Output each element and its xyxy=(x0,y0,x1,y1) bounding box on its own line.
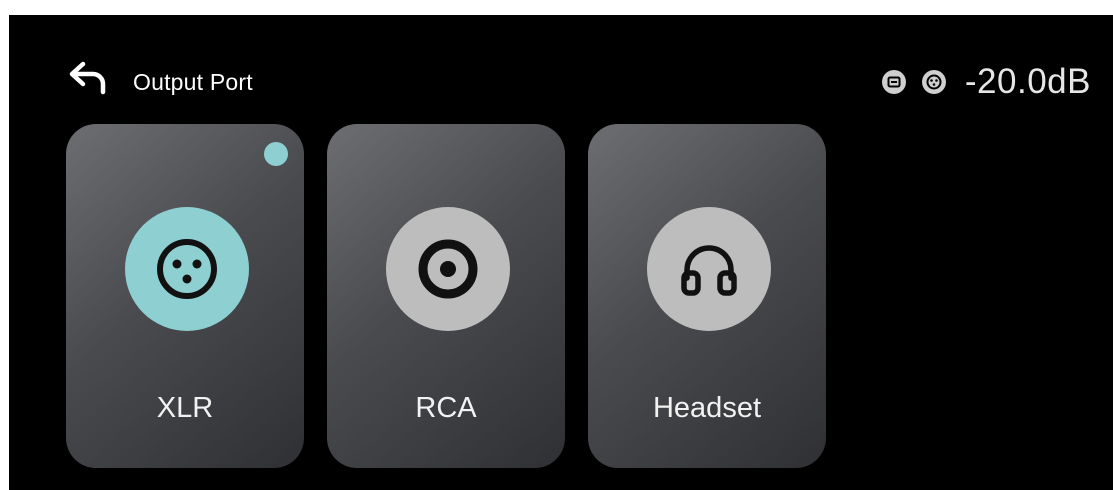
back-button[interactable] xyxy=(64,55,114,105)
rca-port-icon xyxy=(881,69,907,95)
port-label: XLR xyxy=(156,392,214,424)
port-label: RCA xyxy=(415,392,477,424)
xlr-connector-icon xyxy=(125,207,249,331)
back-arrow-icon xyxy=(67,60,111,101)
headphones-icon xyxy=(647,207,771,331)
port-label: Headset xyxy=(652,392,761,424)
port-card-xlr[interactable]: XLR xyxy=(66,124,304,468)
page-title: Output Port xyxy=(133,69,253,95)
port-card-rca[interactable]: RCA xyxy=(327,124,565,468)
output-port-screen: Output Port -20.0dB XLR RCA Headset xyxy=(9,15,1113,490)
port-options: XLR RCA Headset xyxy=(66,124,826,468)
port-card-headset[interactable]: Headset xyxy=(588,124,826,468)
rca-connector-icon xyxy=(386,207,510,331)
status-bar: -20.0dB xyxy=(881,59,1091,105)
volume-level: -20.0dB xyxy=(964,62,1091,101)
xlr-port-icon xyxy=(921,69,947,95)
selected-indicator xyxy=(264,142,288,166)
